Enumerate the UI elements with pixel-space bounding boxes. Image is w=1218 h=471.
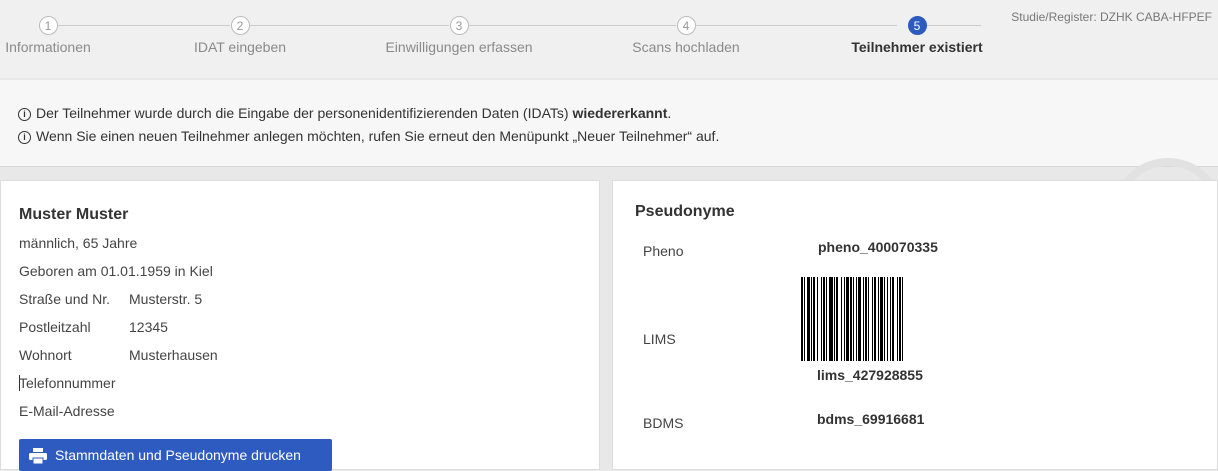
step-number: 3: [449, 16, 469, 35]
step-informationen[interactable]: 1 Informationen: [0, 16, 108, 55]
participant-panel: Muster Muster männlich, 65 Jahre Geboren…: [0, 180, 600, 471]
step-label: Einwilligungen erfassen: [385, 39, 533, 55]
step-einwilligungen-erfassen[interactable]: 3 Einwilligungen erfassen: [369, 16, 549, 55]
pseudonym-label-bdms: BDMS: [643, 415, 684, 431]
step-number: 2: [230, 16, 250, 35]
participant-name: Muster Muster: [19, 206, 129, 223]
field-city: Wohnort Musterhausen: [19, 347, 218, 363]
study-register: Studie/Register: DZHK CABA-HFPEF: [1011, 10, 1212, 24]
print-button-label: Stammdaten und Pseudonyme drucken: [55, 447, 301, 463]
info-banner: i Der Teilnehmer wurde durch die Eingabe …: [0, 80, 1218, 270]
field-label: E-Mail-Adresse: [19, 403, 115, 419]
field-label: Postleitzahl: [19, 319, 91, 335]
field-street: Straße und Nr. Musterstr. 5: [19, 291, 202, 307]
step-idat-eingeben[interactable]: 2 IDAT eingeben: [170, 16, 310, 55]
field-phone: Telefonnummer: [19, 375, 116, 391]
print-master-data-button[interactable]: Stammdaten und Pseudonyme drucken: [19, 439, 332, 471]
step-number: 1: [38, 16, 58, 35]
info-line-new-participant: i Wenn Sie einen neuen Teilnehmer anlegen…: [18, 128, 719, 144]
field-value: Musterstr. 5: [129, 291, 203, 307]
pseudonym-label-lims: LIMS: [643, 331, 676, 347]
info-line-recognized: i Der Teilnehmer wurde durch die Eingabe …: [18, 105, 671, 121]
participant-gender-age: männlich, 65 Jahre: [19, 235, 138, 251]
pseudonym-value-lims: lims_427928855: [817, 367, 923, 383]
pseudonym-value-pheno: pheno_400070335: [818, 239, 938, 255]
pseudonyms-panel: Pseudonyme Pheno pheno_400070335 LIMS li…: [612, 180, 1218, 470]
info-text: Der Teilnehmer wurde durch die Eingabe d…: [36, 105, 573, 121]
pseudonym-value-bdms: bdms_69916681: [817, 411, 925, 427]
field-value: Musterhausen: [129, 347, 218, 363]
step-teilnehmer-existiert[interactable]: 5 Teilnehmer existiert: [822, 16, 1012, 55]
info-emphasis: wiedererkannt: [572, 105, 668, 121]
field-label: Wohnort: [19, 347, 72, 363]
info-punct: .: [667, 105, 672, 121]
field-label: Straße und Nr.: [19, 291, 111, 307]
info-circle-icon: i: [18, 108, 31, 121]
wizard-stepper: 1 Informationen 2 IDAT eingeben 3 Einwil…: [0, 0, 1218, 78]
barcode-icon: [801, 277, 903, 361]
step-number: 4: [676, 16, 696, 35]
field-label: Telefonnummer: [19, 375, 116, 391]
printer-icon: [29, 448, 47, 464]
step-scans-hochladen[interactable]: 4 Scans hochladen: [606, 16, 766, 55]
step-label: IDAT eingeben: [193, 39, 287, 55]
participant-birth: Geboren am 01.01.1959 in Kiel: [19, 263, 213, 279]
field-value: 12345: [129, 319, 168, 335]
info-circle-icon: i: [18, 131, 31, 144]
pseudonyms-title: Pseudonyme: [635, 203, 735, 220]
info-text: Wenn Sie einen neuen Teilnehmer anlegen …: [36, 128, 720, 144]
field-email: E-Mail-Adresse: [19, 403, 115, 419]
step-label: Scans hochladen: [632, 39, 740, 55]
field-postal-code: Postleitzahl 12345: [19, 319, 168, 335]
pseudonym-label-pheno: Pheno: [643, 243, 684, 259]
step-number: 5: [907, 16, 927, 35]
step-label: Teilnehmer existiert: [851, 39, 983, 55]
step-label: Informationen: [5, 39, 91, 55]
